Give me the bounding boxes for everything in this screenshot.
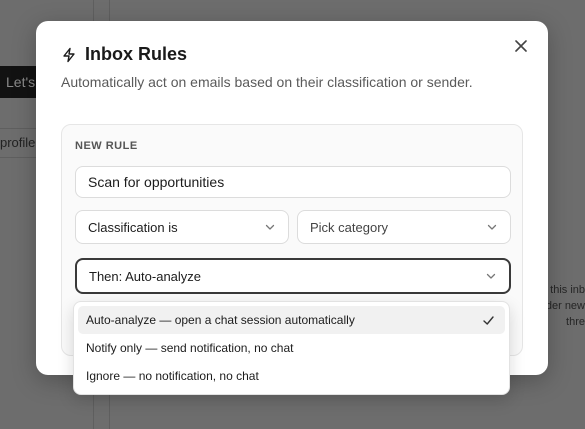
close-button[interactable] (512, 37, 530, 55)
condition-select[interactable]: Classification is (75, 210, 289, 244)
background-divider (0, 128, 40, 129)
action-option-auto-analyze[interactable]: Auto-analyze — open a chat session autom… (78, 306, 505, 334)
chevron-down-icon (486, 273, 496, 279)
action-option-notify-only[interactable]: Notify only — send notification, no chat (78, 334, 505, 362)
condition-select-value: Classification is (88, 219, 178, 235)
check-icon (483, 315, 494, 325)
dialog-subtitle: Automatically act on emails based on the… (61, 74, 473, 90)
close-icon (515, 40, 527, 52)
action-select-value: Then: Auto-analyze (89, 268, 202, 284)
background-profile-link: profile (0, 135, 36, 150)
section-label: NEW RULE (75, 140, 138, 152)
option-label: Auto-analyze — open a chat session autom… (86, 313, 355, 327)
action-select[interactable]: Then: Auto-analyze (75, 258, 511, 294)
rule-name-input[interactable] (75, 166, 511, 198)
background-divider (0, 157, 40, 158)
option-label: Ignore — no notification, no chat (86, 369, 259, 383)
dialog-header: Inbox Rules (61, 44, 187, 65)
option-label: Notify only — send notification, no chat (86, 341, 294, 355)
chevron-down-icon (265, 224, 275, 230)
background-text-line: this inb (550, 284, 585, 296)
action-option-ignore[interactable]: Ignore — no notification, no chat (78, 362, 505, 390)
lightning-icon (63, 47, 75, 62)
category-select[interactable]: Pick category (297, 210, 511, 244)
background-text-line: thre (566, 316, 585, 328)
chevron-down-icon (487, 224, 497, 230)
background-text-line: der new (545, 300, 585, 312)
action-options-menu: Auto-analyze — open a chat session autom… (73, 301, 510, 395)
category-select-value: Pick category (310, 219, 389, 235)
dialog-title: Inbox Rules (85, 44, 188, 64)
